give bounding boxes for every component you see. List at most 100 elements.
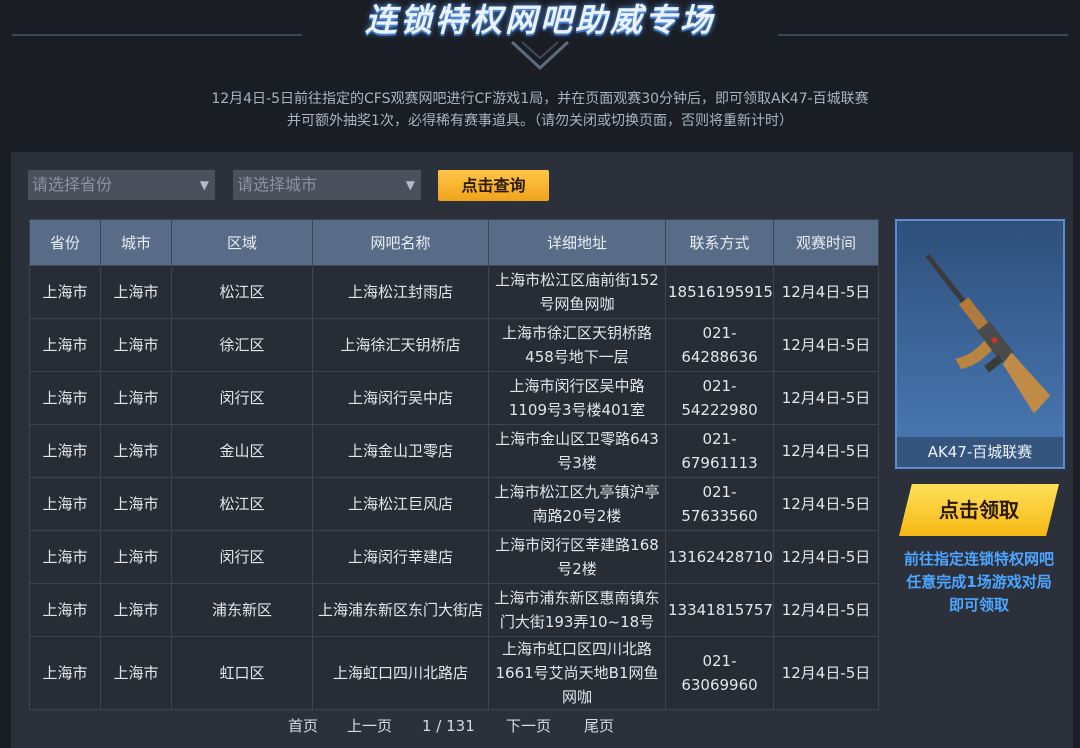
page-title: 连锁特权网吧助威专场 [364,1,715,39]
chevron-down-icon: ▼ [199,178,209,192]
cell-contact: 021-54222980 [665,371,774,425]
cell-watch-time: 12月4日-5日 [773,636,879,710]
claim-note-line-3: 即可领取 [948,596,1009,614]
cell-address: 上海市闵行区吴中路1109号3号楼401室 [488,371,666,425]
cell-netbar-name: 上海闵行吴中店 [312,371,489,425]
table-header-row: 省份 城市 区域 网吧名称 详细地址 联系方式 观赛时间 [29,219,879,266]
prize-card: AK47-百城联赛 [895,219,1065,469]
description-line-1: 12月4日-5日前往指定的CFS观赛网吧进行CF游戏1局，并在页面观赛30分钟后… [211,91,869,107]
cell-address: 上海市松江区庙前街152号网鱼网咖 [488,265,666,319]
column-header-city: 城市 [100,219,172,266]
cell-district: 金山区 [171,424,313,478]
cell-province: 上海市 [29,530,101,584]
cell-city: 上海市 [100,583,172,637]
table-row: 上海市 上海市 闵行区 上海闵行吴中店 上海市闵行区吴中路1109号3号楼401室 021… [29,371,879,425]
province-select-placeholder: 请选择省份 [32,175,113,194]
cell-city: 上海市 [100,530,172,584]
claim-note-line-1: 前往指定连锁特权网吧 [903,550,1054,568]
table-row: 上海市 上海市 闵行区 上海闵行莘建店 上海市闵行区莘建路168号2楼 131624287… [29,530,879,584]
cell-address: 上海市松江区九亭镇沪亭南路20号2楼 [488,477,666,531]
description-line-2: 并可额外抽奖1次，必得稀有赛事道具。（请勿关闭或切换页面，否则将重新计时） [287,113,793,129]
cell-province: 上海市 [29,583,101,637]
cell-netbar-name: 上海浦东新区东门大街店 [312,583,489,637]
province-select[interactable]: 请选择省份 ▼ [28,170,215,200]
cell-city: 上海市 [100,424,172,478]
column-header-watch-time: 观赛时间 [773,219,879,266]
cell-city: 上海市 [100,265,172,319]
claim-note-line-2: 任意完成1场游戏对局 [906,573,1052,591]
cell-contact: 13162428710 [665,530,774,584]
pagination: 首页 上一页 1 / 131 下一页 尾页 [29,713,629,739]
cell-contact: 021-67961113 [665,424,774,478]
prize-name: AK47-百城联赛 [897,437,1063,467]
cell-watch-time: 12月4日-5日 [773,265,879,319]
table-row: 上海市 上海市 虹口区 上海虹口四川北路店 上海市虹口区四川北路1661号艾尚天地B1网… [29,636,879,710]
claim-note: 前往指定连锁特权网吧 任意完成1场游戏对局 即可领取 [893,548,1065,617]
chevron-decoration-icon [510,40,570,71]
cell-district: 徐汇区 [171,318,313,372]
cell-contact: 18516195915 [665,265,774,319]
query-button[interactable]: 点击查询 [438,170,549,201]
cell-netbar-name: 上海松江封雨店 [312,265,489,319]
cell-netbar-name: 上海金山卫零店 [312,424,489,478]
cell-district: 闵行区 [171,371,313,425]
cell-contact: 021-64288636 [665,318,774,372]
table-row: 上海市 上海市 松江区 上海松江巨风店 上海市松江区九亭镇沪亭南路20号2楼 021-57… [29,477,879,531]
cell-city: 上海市 [100,371,172,425]
cell-address: 上海市虹口区四川北路1661号艾尚天地B1网鱼网咖 [488,636,666,710]
ak47-rifle-icon [925,253,1051,414]
column-header-netbar-name: 网吧名称 [312,219,489,266]
cell-netbar-name: 上海松江巨风店 [312,477,489,531]
city-select-placeholder: 请选择城市 [237,175,318,194]
cell-watch-time: 12月4日-5日 [773,530,879,584]
cell-watch-time: 12月4日-5日 [773,424,879,478]
cell-address: 上海市闵行区莘建路168号2楼 [488,530,666,584]
cell-address: 上海市浦东新区惠南镇东门大街193弄10~18号 [488,583,666,637]
table-row: 上海市 上海市 金山区 上海金山卫零店 上海市金山区卫零路643号3楼 021-67961… [29,424,879,478]
city-select[interactable]: 请选择城市 ▼ [233,170,421,200]
column-header-district: 区域 [171,219,313,266]
cell-netbar-name: 上海闵行莘建店 [312,530,489,584]
column-header-contact: 联系方式 [665,219,774,266]
cell-address: 上海市金山区卫零路643号3楼 [488,424,666,478]
cell-province: 上海市 [29,477,101,531]
cell-contact: 021-63069960 [665,636,774,710]
pager-last-link[interactable]: 尾页 [584,713,614,739]
cell-district: 虹口区 [171,636,313,710]
cell-district: 松江区 [171,265,313,319]
cell-province: 上海市 [29,318,101,372]
cell-city: 上海市 [100,318,172,372]
cell-province: 上海市 [29,371,101,425]
column-header-province: 省份 [29,219,101,266]
cell-city: 上海市 [100,477,172,531]
table-row: 上海市 上海市 浦东新区 上海浦东新区东门大街店 上海市浦东新区惠南镇东门大街193弄1… [29,583,879,637]
chevron-down-icon: ▼ [405,178,415,192]
cell-netbar-name: 上海徐汇天钥桥店 [312,318,489,372]
column-header-address: 详细地址 [488,219,666,266]
cell-contact: 13341815757 [665,583,774,637]
cell-province: 上海市 [29,424,101,478]
netbar-table: 省份 城市 区域 网吧名称 详细地址 联系方式 观赛时间 上海市 上海市 松江区 上海… [29,219,879,710]
table-row: 上海市 上海市 徐汇区 上海徐汇天钥桥店 上海市徐汇区天钥桥路458号地下一层 021-6… [29,318,879,372]
cell-district: 浦东新区 [171,583,313,637]
cell-watch-time: 12月4日-5日 [773,318,879,372]
cell-province: 上海市 [29,636,101,710]
table-body: 上海市 上海市 松江区 上海松江封雨店 上海市松江区庙前街152号网鱼网咖 1851619… [29,265,879,710]
pager-next-link[interactable]: 下一页 [506,713,551,739]
pager-page-info: 1 / 131 [422,717,475,735]
cell-netbar-name: 上海虹口四川北路店 [312,636,489,710]
cell-district: 松江区 [171,477,313,531]
cell-watch-time: 12月4日-5日 [773,371,879,425]
cell-watch-time: 12月4日-5日 [773,583,879,637]
page-header: 连锁特权网吧助威专场 [0,0,1080,80]
claim-button[interactable]: 点击领取 [899,484,1059,536]
cell-address: 上海市徐汇区天钥桥路458号地下一层 [488,318,666,372]
cell-contact: 021-57633560 [665,477,774,531]
cell-province: 上海市 [29,265,101,319]
table-row: 上海市 上海市 松江区 上海松江封雨店 上海市松江区庙前街152号网鱼网咖 1851619… [29,265,879,319]
pager-prev-link[interactable]: 上一页 [347,713,392,739]
cell-watch-time: 12月4日-5日 [773,477,879,531]
event-description: 12月4日-5日前往指定的CFS观赛网吧进行CF游戏1局，并在页面观赛30分钟后… [0,88,1080,132]
pager-first-link[interactable]: 首页 [288,713,318,739]
cell-city: 上海市 [100,636,172,710]
